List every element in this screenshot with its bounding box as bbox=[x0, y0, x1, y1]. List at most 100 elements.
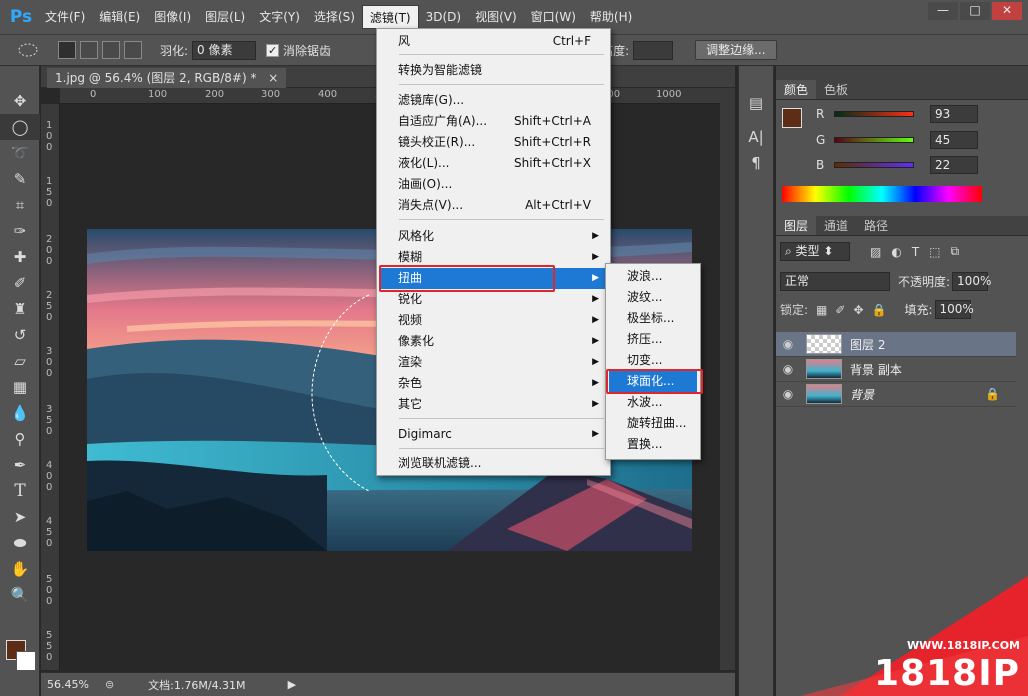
type-tool-icon[interactable]: T bbox=[0, 478, 40, 504]
distort-item-shear[interactable]: 切变... bbox=[609, 350, 697, 371]
lasso-tool-icon[interactable]: ➰ bbox=[0, 140, 40, 166]
vertical-scrollbar[interactable] bbox=[720, 88, 735, 670]
filter-item-pixelate[interactable]: 像素化 ▶ bbox=[380, 331, 607, 352]
character-panel-icon[interactable]: A| bbox=[739, 124, 773, 150]
filter-item-adaptive-wide-angle[interactable]: 自适应广角(A)... Shift+Ctrl+A bbox=[380, 111, 607, 132]
menu-select[interactable]: 选择(S) bbox=[307, 5, 362, 29]
hand-tool-icon[interactable]: ✋ bbox=[0, 556, 40, 582]
r-value-input[interactable]: 93 bbox=[930, 105, 978, 123]
color-spectrum-bar[interactable] bbox=[782, 186, 982, 202]
brush-tool-icon[interactable]: ✐ bbox=[0, 270, 40, 296]
lock-transparent-icon[interactable]: ▦ bbox=[816, 303, 827, 317]
layer-row[interactable]: ◉ 背景 副本 bbox=[776, 357, 1016, 382]
distort-item-twirl[interactable]: 旋转扭曲... bbox=[609, 413, 697, 434]
dodge-tool-icon[interactable]: ⚲ bbox=[0, 426, 40, 452]
menu-layer[interactable]: 图层(L) bbox=[198, 5, 252, 29]
visibility-eye-icon[interactable]: ◉ bbox=[776, 362, 800, 376]
g-slider[interactable] bbox=[834, 137, 914, 143]
document-tab[interactable]: 1.jpg @ 56.4% (图层 2, RGB/8#) * × bbox=[47, 68, 287, 88]
history-brush-tool-icon[interactable]: ↺ bbox=[0, 322, 40, 348]
filter-item-gallery[interactable]: 滤镜库(G)... bbox=[380, 90, 607, 111]
clone-stamp-tool-icon[interactable]: ♜ bbox=[0, 296, 40, 322]
layer-row[interactable]: ◉ 图层 2 bbox=[776, 332, 1016, 357]
menu-help[interactable]: 帮助(H) bbox=[583, 5, 639, 29]
zoom-level[interactable]: 56.45% bbox=[47, 678, 89, 691]
filter-item-render[interactable]: 渲染 ▶ bbox=[380, 352, 607, 373]
pen-tool-icon[interactable]: ✒ bbox=[0, 452, 40, 478]
filter-item-wind[interactable]: 风 Ctrl+F bbox=[380, 31, 607, 52]
gradient-tool-icon[interactable]: ▦ bbox=[0, 374, 40, 400]
feather-input[interactable]: 0 像素 bbox=[192, 40, 257, 60]
subtract-selection-icon[interactable] bbox=[102, 41, 120, 59]
menu-window[interactable]: 窗口(W) bbox=[524, 5, 583, 29]
b-slider[interactable] bbox=[834, 162, 914, 168]
new-selection-icon[interactable] bbox=[58, 41, 76, 59]
filter-item-vanishing-point[interactable]: 消失点(V)... Alt+Ctrl+V bbox=[380, 195, 607, 216]
share-icon[interactable]: ⊜ bbox=[105, 678, 114, 691]
layer-filter-select[interactable]: ⌕ 类型 ⬍ bbox=[780, 242, 850, 261]
maximize-button[interactable]: □ bbox=[960, 2, 990, 20]
filter-item-stylize[interactable]: 风格化 ▶ bbox=[380, 226, 607, 247]
blend-mode-select[interactable]: 正常 bbox=[780, 272, 890, 291]
tab-color[interactable]: 颜色 bbox=[776, 80, 817, 99]
filter-item-liquify[interactable]: 液化(L)... Shift+Ctrl+X bbox=[380, 153, 607, 174]
antialias-checkbox[interactable]: ✓ bbox=[266, 43, 280, 57]
tab-channels[interactable]: 通道 bbox=[816, 216, 856, 235]
filter-item-browse-online[interactable]: 浏览联机滤镜... bbox=[380, 453, 607, 474]
filter-shape-icon[interactable]: ⬚ bbox=[929, 245, 940, 259]
distort-item-displace[interactable]: 置换... bbox=[609, 434, 697, 455]
status-menu-arrow-icon[interactable]: ▶ bbox=[288, 678, 296, 691]
tab-layers[interactable]: 图层 bbox=[776, 216, 817, 235]
fill-input[interactable]: 100% bbox=[934, 300, 974, 319]
layer-name[interactable]: 图层 2 bbox=[850, 336, 885, 353]
b-value-input[interactable]: 22 bbox=[930, 156, 978, 174]
menu-file[interactable]: 文件(F) bbox=[38, 5, 92, 29]
visibility-eye-icon[interactable]: ◉ bbox=[776, 337, 800, 351]
distort-item-pinch[interactable]: 挤压... bbox=[609, 329, 697, 350]
filter-item-video[interactable]: 视频 ▶ bbox=[380, 310, 607, 331]
tab-paths[interactable]: 路径 bbox=[856, 216, 896, 235]
filter-item-oil-paint[interactable]: 油画(O)... bbox=[380, 174, 607, 195]
minimize-button[interactable]: — bbox=[928, 2, 958, 20]
filter-item-noise[interactable]: 杂色 ▶ bbox=[380, 373, 607, 394]
height-input[interactable] bbox=[633, 40, 674, 60]
filter-item-digimarc[interactable]: Digimarc ▶ bbox=[380, 424, 607, 445]
background-color-swatch[interactable] bbox=[16, 651, 36, 671]
close-tab-icon[interactable]: × bbox=[268, 71, 278, 85]
filter-item-other[interactable]: 其它 ▶ bbox=[380, 394, 607, 415]
filter-adjustment-icon[interactable]: ◐ bbox=[891, 245, 901, 259]
eyedropper-tool-icon[interactable]: ✑ bbox=[0, 218, 40, 244]
filter-item-sharpen[interactable]: 锐化 ▶ bbox=[380, 289, 607, 310]
move-tool-icon[interactable]: ✥ bbox=[0, 88, 40, 114]
g-value-input[interactable]: 45 bbox=[930, 131, 978, 149]
menu-image[interactable]: 图像(I) bbox=[147, 5, 198, 29]
visibility-eye-icon[interactable]: ◉ bbox=[776, 387, 800, 401]
close-button[interactable]: ✕ bbox=[992, 2, 1022, 20]
lock-position-icon[interactable]: ✥ bbox=[853, 303, 863, 317]
refine-edge-button[interactable]: 调整边缘... bbox=[695, 40, 777, 60]
menu-filter[interactable]: 滤镜(T) bbox=[361, 5, 419, 29]
lock-all-icon[interactable]: 🔒 bbox=[872, 303, 887, 317]
quick-selection-tool-icon[interactable]: ✎ bbox=[0, 166, 40, 192]
history-panel-icon[interactable]: ▤ bbox=[739, 90, 773, 116]
healing-brush-tool-icon[interactable]: ✚ bbox=[0, 244, 40, 270]
tab-swatches[interactable]: 色板 bbox=[816, 80, 856, 99]
menu-3d[interactable]: 3D(D) bbox=[419, 5, 468, 29]
distort-item-polar[interactable]: 极坐标... bbox=[609, 308, 697, 329]
opacity-input[interactable]: 100% bbox=[952, 272, 991, 291]
paragraph-panel-icon[interactable]: ¶ bbox=[739, 150, 773, 176]
filter-type-icon[interactable]: T bbox=[912, 245, 919, 259]
foreground-color-chip[interactable] bbox=[782, 108, 802, 128]
menu-type[interactable]: 文字(Y) bbox=[252, 5, 307, 29]
blur-tool-icon[interactable]: 💧 bbox=[0, 400, 40, 426]
add-selection-icon[interactable] bbox=[80, 41, 98, 59]
menu-edit[interactable]: 编辑(E) bbox=[92, 5, 147, 29]
r-slider[interactable] bbox=[834, 111, 914, 117]
color-swatches[interactable] bbox=[6, 640, 36, 672]
path-selection-tool-icon[interactable]: ➤ bbox=[0, 504, 40, 530]
lock-pixels-icon[interactable]: ✐ bbox=[835, 303, 845, 317]
layer-row[interactable]: ◉ 背景 🔒 bbox=[776, 382, 1016, 407]
elliptical-marquee-preset-icon[interactable] bbox=[10, 39, 46, 61]
filter-smart-object-icon[interactable]: ⧉ bbox=[951, 244, 960, 259]
filter-pixel-icon[interactable]: ▨ bbox=[870, 245, 881, 259]
